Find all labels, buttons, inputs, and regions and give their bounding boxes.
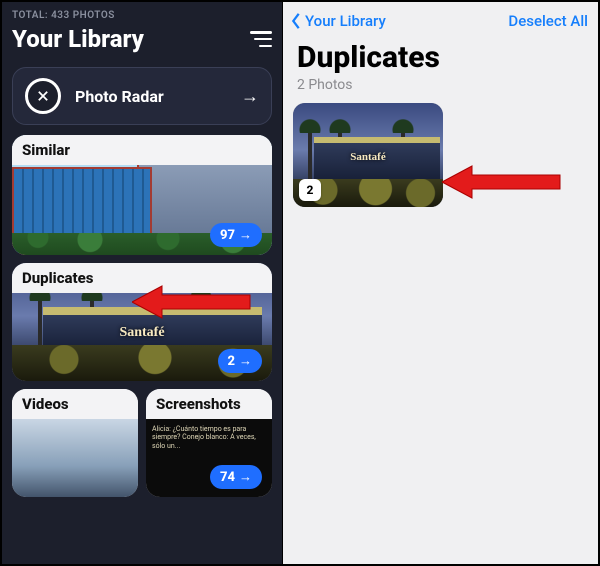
duplicate-group-thumbnail[interactable]: Santafé 2 (293, 103, 443, 207)
category-label: Screenshots (146, 389, 272, 419)
total-photos-label: TOTAL: 433 PHOTOS (12, 10, 272, 21)
photo-count-label: 2 Photos (283, 75, 598, 103)
deselect-all-button[interactable]: Deselect All (508, 12, 588, 30)
photo-radar-card[interactable]: Photo Radar → (12, 67, 272, 125)
category-videos[interactable]: Videos (12, 389, 138, 497)
count-value: 74 (220, 470, 235, 485)
count-pill[interactable]: 2 → (218, 349, 263, 373)
close-icon[interactable] (25, 78, 61, 114)
arrow-right-icon: → (239, 353, 252, 369)
count-value: 97 (220, 228, 235, 243)
category-similar[interactable]: Similar 97 → (12, 135, 272, 255)
category-label: Videos (12, 389, 138, 419)
count-value: 2 (228, 354, 236, 369)
arrow-right-icon: → (241, 86, 259, 107)
page-title: Your Library (12, 25, 144, 53)
annotation-arrow-left (132, 282, 252, 322)
menu-icon[interactable] (250, 31, 272, 47)
page-title: Duplicates (283, 40, 598, 75)
videos-thumbnail (12, 419, 138, 497)
annotation-arrow-right (442, 162, 562, 202)
mall-sign-text: Santafé (119, 325, 164, 341)
arrow-right-icon: → (239, 227, 252, 243)
duplicates-detail-screen: Your Library Deselect All Duplicates 2 P… (282, 2, 598, 564)
category-duplicates[interactable]: Duplicates Santafé 2 → (12, 263, 272, 381)
photo-radar-label: Photo Radar (75, 87, 227, 106)
back-label: Your Library (305, 12, 386, 30)
category-label: Similar (12, 135, 272, 165)
chevron-left-icon (289, 12, 303, 30)
count-pill[interactable]: 74 → (210, 465, 262, 489)
count-pill[interactable]: 97 → (210, 223, 262, 247)
arrow-right-icon: → (239, 469, 252, 485)
duplicate-count-badge: 2 (299, 179, 321, 201)
back-button[interactable]: Your Library (289, 12, 386, 30)
category-screenshots[interactable]: Screenshots Alicia: ¿Cuánto tiempo es pa… (146, 389, 272, 497)
mall-sign-text: Santafé (350, 151, 385, 163)
